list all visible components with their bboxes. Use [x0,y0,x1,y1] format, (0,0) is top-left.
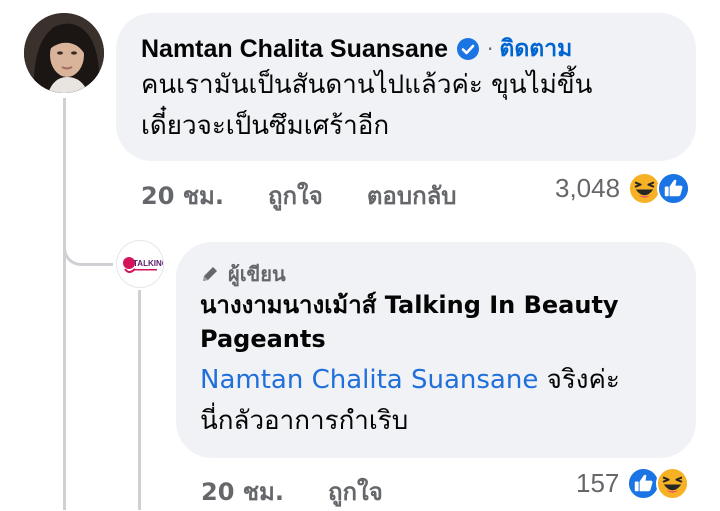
reply-text-line-2: นี่กลัวอาการกำเริบ [200,406,409,436]
thread-line-vertical [63,98,66,510]
comment-actions: 20 ชม. ถูกใจ ตอบกลับ [141,176,501,215]
reply-actions: 20 ชม. ถูกใจ [201,472,427,511]
mention-link[interactable]: Namtan Chalita Suansane [200,365,538,395]
like-emoji-icon [657,172,691,205]
commenter-avatar[interactable] [24,13,104,93]
profile-photo-icon [24,13,104,93]
comment-reactions[interactable]: 3,048 [555,172,691,205]
verified-badge-icon [457,38,480,60]
separator-dot: · [487,37,494,61]
comment-bubble: Namtan Chalita Suansane · ติดตาม คนเรามั… [116,13,696,161]
comment-like-button[interactable]: ถูกใจ [268,176,323,215]
page-logo-text: TALKING [133,259,164,268]
reply-thread-line [138,290,141,510]
thread-line-elbow [63,240,113,266]
haha-emoji-icon [656,467,690,500]
comment-text-line-2: เดี๋ยวจะเป็นซึมเศร้าอีก [141,111,390,141]
comment-text-line-1: คนเรามันเป็นสันดานไปแล้วค่ะ ขุนไม่ขึ้น [141,70,593,100]
reply-page-name-line-1[interactable]: นางงามนางเม้าส์ Talking In Beauty [200,288,619,322]
comment-reply-button[interactable]: ตอบกลับ [367,176,457,215]
reply-reactions[interactable]: 157 [576,467,690,500]
comment-author-name[interactable]: Namtan Chalita Suansane [141,35,448,64]
reply-page-name-line-2[interactable]: Pageants [200,322,619,356]
page-avatar[interactable]: TALKING [116,240,164,288]
reply-like-button[interactable]: ถูกใจ [328,472,383,511]
comment-timestamp[interactable]: 20 ชม. [141,176,224,215]
reply-text-after-mention: จริงค่ะ [538,365,620,395]
reply-reaction-count: 157 [576,468,620,498]
follow-button[interactable]: ติดตาม [499,31,572,67]
comment-reaction-count: 3,048 [555,173,621,203]
page-logo-icon: TALKING [123,257,164,273]
pencil-icon [203,267,217,281]
reply-timestamp[interactable]: 20 ชม. [201,472,284,511]
reply-bubble: ผู้เขียน นางงามนางเม้าส์ Talking In Beau… [176,242,696,458]
author-badge-label: ผู้เขียน [228,262,286,286]
